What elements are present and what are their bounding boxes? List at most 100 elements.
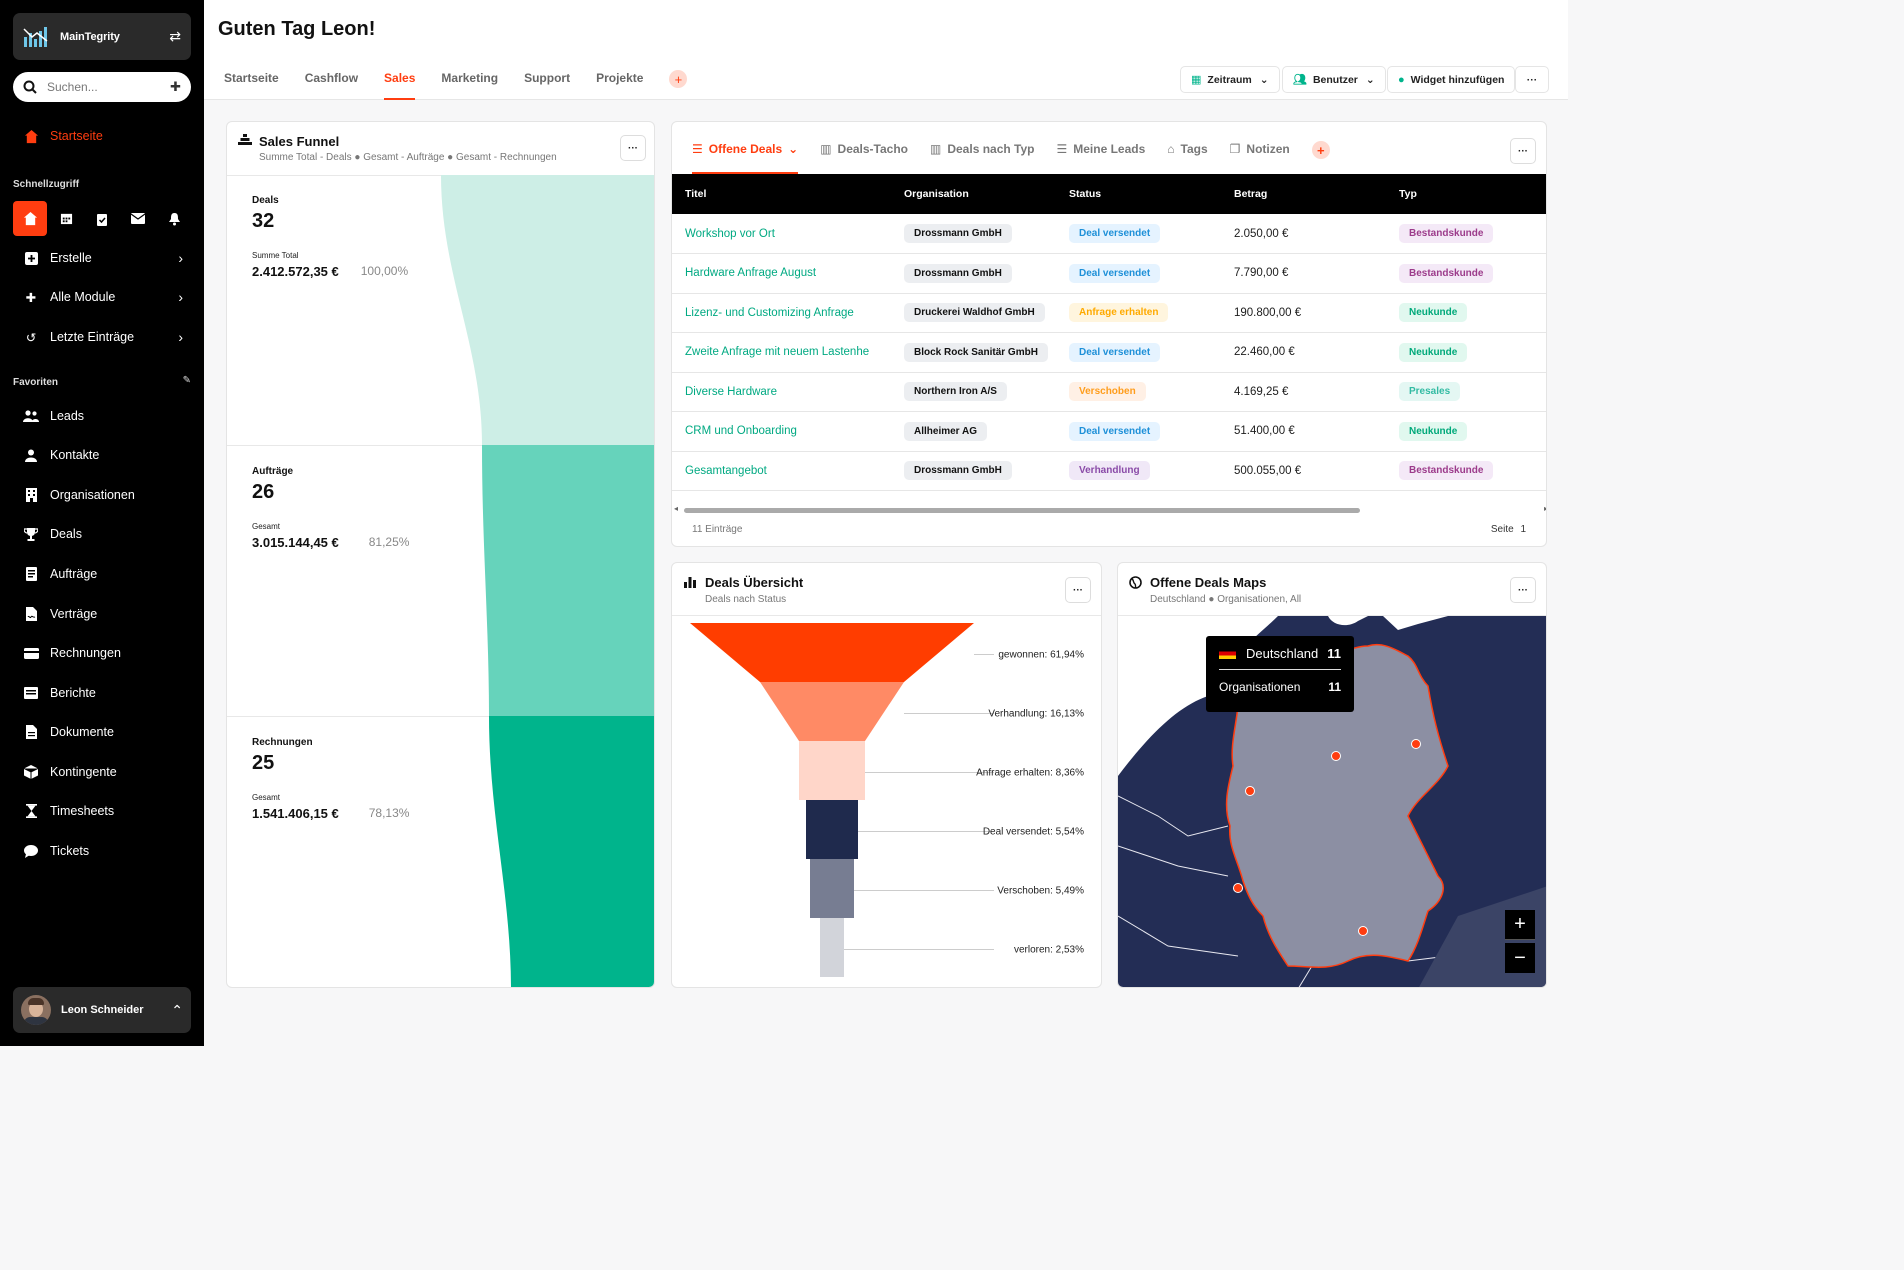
deal-title-link[interactable]: CRM und Onboarding — [672, 411, 891, 452]
deal-title-link[interactable]: Hardware Anfrage August — [672, 253, 891, 294]
organisation-badge[interactable]: Drossmann GmbH — [904, 263, 1012, 283]
swap-icon[interactable]: ⇄ — [169, 28, 181, 45]
tab-cashflow[interactable]: Cashflow — [305, 60, 358, 100]
funnel-segment[interactable] — [690, 623, 974, 682]
deal-title-link[interactable]: Zweite Anfrage mit neuem Lastenhe — [672, 332, 891, 373]
column-header[interactable]: Titel — [672, 174, 891, 214]
zoom-out-button[interactable]: − — [1505, 943, 1535, 973]
tab-offene-deals[interactable]: ☰ Offene Deals ⌄ — [692, 142, 799, 174]
table-row[interactable]: Gesamtangebot Drossmann GmbH Verhandlung 50… — [672, 451, 1546, 491]
tooltip-org-row: Organisationen 11 — [1219, 680, 1341, 694]
tab-deals-tacho[interactable]: ▥ Deals-Tacho — [820, 142, 908, 174]
tab-tags[interactable]: ⌂ Tags — [1167, 142, 1207, 174]
sidebar-item-auftraege[interactable]: Aufträge — [13, 557, 191, 591]
tab-marketing[interactable]: Marketing — [441, 60, 498, 100]
search-input[interactable]: Suchen... — [47, 80, 170, 94]
scrollbar-thumb[interactable] — [684, 508, 1360, 513]
bell-icon[interactable] — [157, 201, 191, 236]
deal-title-link[interactable]: Diverse Hardware — [672, 372, 891, 412]
sidebar-item-vertraege[interactable]: Verträge — [13, 597, 191, 631]
organisation-badge[interactable]: Druckerei Waldhof GmbH — [904, 303, 1045, 323]
puzzle-icon[interactable]: ✚ — [170, 79, 181, 95]
funnel-segment[interactable] — [806, 800, 858, 859]
sidebar-item-dokumente[interactable]: Dokumente — [13, 715, 191, 749]
scroll-left-icon[interactable]: ◂ — [674, 504, 678, 513]
add-widget-button[interactable]: ● Widget hinzufügen — [1387, 66, 1516, 93]
table-row[interactable]: Zweite Anfrage mit neuem Lastenhe Block R… — [672, 332, 1546, 373]
organisation-badge[interactable]: Drossmann GmbH — [904, 224, 1012, 243]
funnel-stage-rechnungen: Rechnungen 25 Gesamt 1.541.406,15 € 78,13… — [252, 737, 409, 821]
funnel-segment[interactable] — [799, 741, 865, 800]
deal-title-link[interactable]: Workshop vor Ort — [672, 214, 891, 254]
sidebar-item-organisationen[interactable]: Organisationen — [13, 478, 191, 512]
sidebar-item-kontakte[interactable]: Kontakte — [13, 438, 191, 472]
amount: 500.055,00 € — [1221, 451, 1386, 491]
pagination[interactable]: Seite 1 — [1491, 524, 1526, 535]
table-row[interactable]: CRM und Onboarding Allheimer AG Deal verse… — [672, 411, 1546, 452]
sidebar-item-deals[interactable]: Deals — [13, 517, 191, 551]
sidebar-item-kontingente[interactable]: Kontingente — [13, 755, 191, 789]
mail-icon[interactable] — [121, 201, 155, 236]
add-tab-button[interactable]: + — [669, 70, 688, 88]
add-tab-button[interactable]: + — [1311, 141, 1330, 159]
tab-projekte[interactable]: Projekte — [596, 60, 643, 100]
tab-meine-leads[interactable]: ☰ Meine Leads — [1056, 142, 1145, 174]
sidebar-item-label: Kontakte — [50, 448, 100, 462]
column-header[interactable]: Typ — [1386, 174, 1546, 214]
widget-menu-button[interactable]: ··· — [1065, 577, 1091, 603]
page-title: Guten Tag Leon! — [218, 18, 376, 40]
user-menu[interactable]: Leon Schneider ⌃ — [13, 987, 191, 1033]
scroll-right-icon[interactable]: ▸ — [1544, 504, 1546, 513]
clipboard-icon[interactable] — [85, 201, 119, 236]
organisation-badge[interactable]: Block Rock Sanitär GmbH — [904, 342, 1048, 362]
quick-home-icon[interactable] — [13, 201, 47, 236]
funnel-segment[interactable] — [760, 682, 904, 741]
header-more-button[interactable]: ··· — [1515, 66, 1549, 93]
funnel-segment[interactable] — [810, 859, 854, 918]
organisation-badge[interactable]: Northern Iron A/S — [904, 382, 1007, 402]
sidebar-item-label: Deals — [50, 527, 82, 541]
zoom-in-button[interactable]: + — [1505, 910, 1535, 940]
widget-menu-button[interactable]: ··· — [1510, 138, 1536, 164]
funnel-segment[interactable] — [820, 918, 844, 977]
sidebar-item-alle-module[interactable]: ✚ Alle Module › — [13, 280, 191, 314]
chevron-right-icon: › — [178, 250, 183, 266]
search-box[interactable]: Suchen... ✚ — [13, 72, 191, 102]
widget-menu-button[interactable]: ··· — [620, 135, 646, 161]
column-header[interactable]: Status — [1056, 174, 1221, 214]
table-row[interactable]: Workshop vor Ort Drossmann GmbH Deal verse… — [672, 214, 1546, 254]
table-row[interactable]: Lizenz- und Customizing Anfrage Druckerei… — [672, 293, 1546, 333]
sidebar-item-rechnungen[interactable]: Rechnungen — [13, 636, 191, 670]
user-filter-button[interactable]: 👥︎ Benutzer ⌄ — [1282, 66, 1386, 93]
sidebar-item-letzte-eintraege[interactable]: ↺ Letzte Einträge › — [13, 320, 191, 354]
sidebar-item-tickets[interactable]: Tickets — [13, 834, 191, 868]
widget-menu-button[interactable]: ··· — [1510, 577, 1536, 603]
tab-notizen[interactable]: ❐ Notizen — [1230, 142, 1290, 174]
sidebar-item-startseite[interactable]: Startseite — [13, 119, 191, 153]
organisation-badge[interactable]: Allheimer AG — [904, 421, 987, 441]
deal-title-link[interactable]: Lizenz- und Customizing Anfrage — [672, 293, 891, 333]
sidebar-item-erstelle[interactable]: Erstelle › — [13, 241, 191, 275]
sidebar-item-timesheets[interactable]: Timesheets — [13, 794, 191, 828]
deal-title-link[interactable]: Gesamtangebot — [672, 451, 891, 491]
organisation-badge[interactable]: Drossmann GmbH — [904, 461, 1012, 481]
type-badge: Presales — [1399, 382, 1461, 402]
column-header[interactable]: Organisation — [891, 174, 1056, 214]
column-header[interactable]: Betrag — [1221, 174, 1386, 214]
tab-deals-nach-typ[interactable]: ▥ Deals nach Typ — [930, 142, 1034, 174]
tab-support[interactable]: Support — [524, 60, 570, 100]
table-row[interactable]: Hardware Anfrage August Drossmann GmbH Dea… — [672, 253, 1546, 294]
tab-startseite[interactable]: Startseite — [224, 60, 279, 100]
sidebar-item-leads[interactable]: Leads — [13, 399, 191, 433]
org-switcher[interactable]: MainTegrity ⇄ — [13, 13, 191, 60]
calendar-icon[interactable] — [49, 201, 83, 236]
sidebar-item-berichte[interactable]: Berichte — [13, 676, 191, 710]
period-button[interactable]: ▦ Zeitraum ⌄ — [1180, 66, 1280, 93]
sidebar-item-label: Alle Module — [50, 290, 116, 304]
table-row[interactable]: Diverse Hardware Northern Iron A/S Verscho… — [672, 372, 1546, 412]
pencil-icon[interactable]: ✎ — [183, 375, 191, 386]
horizontal-scrollbar[interactable]: ◂ ▸ — [674, 504, 1546, 514]
tab-sales[interactable]: Sales — [384, 60, 416, 100]
report-icon — [22, 684, 40, 702]
stage-count: 32 — [252, 210, 275, 232]
